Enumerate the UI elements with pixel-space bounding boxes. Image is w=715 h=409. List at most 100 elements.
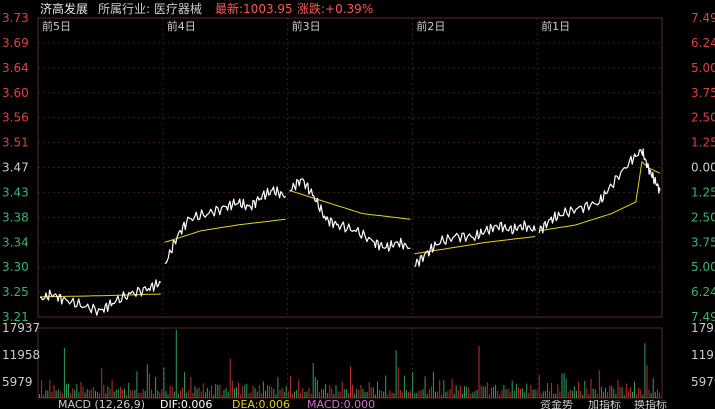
volume-bar xyxy=(186,392,188,398)
volume-bar xyxy=(551,383,553,398)
volume-bar xyxy=(229,358,231,398)
volume-bar xyxy=(285,385,287,398)
volume-bar xyxy=(279,389,281,398)
volume-bar xyxy=(617,379,619,398)
volume-bar xyxy=(182,387,184,398)
volume-bar xyxy=(74,390,76,398)
volume-bar xyxy=(194,386,196,398)
volume-bar xyxy=(180,391,181,398)
volume-bar xyxy=(132,390,134,398)
volume-bar xyxy=(184,372,186,398)
volume-bar xyxy=(613,388,615,398)
volume-bar xyxy=(634,381,635,398)
volume-bar xyxy=(240,394,242,398)
volume-bar xyxy=(567,391,569,398)
volume-bar xyxy=(175,329,177,398)
volume-bar xyxy=(526,383,528,398)
price-tick-label: 3.69 xyxy=(2,36,29,50)
volume-bar xyxy=(209,390,210,398)
volume-bar xyxy=(277,377,279,398)
percent-tick-label: 5.00 xyxy=(691,260,715,274)
volume-bar xyxy=(520,388,521,398)
volume-bar xyxy=(121,389,123,398)
volume-bar xyxy=(304,391,306,398)
volume-bar xyxy=(596,393,598,398)
volume-bar xyxy=(296,389,298,398)
volume-bar xyxy=(536,390,538,398)
tab-fund-trend[interactable]: 资金势 xyxy=(540,400,573,409)
volume-bar xyxy=(223,389,225,398)
volume-bar xyxy=(155,377,157,398)
volume-bar xyxy=(119,386,121,398)
volume-bar xyxy=(244,384,246,398)
volume-bar xyxy=(151,389,152,398)
volume-bar xyxy=(594,389,596,398)
percent-tick-label: 0.00 xyxy=(691,161,715,175)
volume-bar xyxy=(416,392,418,398)
volume-bar xyxy=(188,390,190,398)
volume-bar xyxy=(629,387,631,398)
volume-bar xyxy=(242,386,244,398)
volume-bar xyxy=(115,389,117,398)
volume-bar xyxy=(227,392,229,398)
volume-bar xyxy=(449,388,451,398)
volume-tick-left: 17937 xyxy=(2,321,40,335)
volume-bar xyxy=(72,388,74,398)
percent-tick-label: 2.50 xyxy=(691,210,715,224)
volume-bar xyxy=(248,393,250,398)
volume-bar xyxy=(515,384,517,398)
volume-bar xyxy=(374,394,376,398)
volume-bar xyxy=(588,393,590,398)
day-labels: 前5日 前4日 前3日 前2日 前1日 xyxy=(42,19,570,33)
volume-bar xyxy=(51,391,53,398)
volume-bar xyxy=(360,384,362,398)
volume-bar xyxy=(632,392,633,398)
intraday-chart[interactable]: 前5日 前4日 前3日 前2日 前1日 3.73 3.69 3.64 3.60 3.56 3.51… xyxy=(0,0,715,409)
volume-bar xyxy=(316,379,318,398)
volume-bar xyxy=(343,389,345,398)
volume-bar xyxy=(600,386,602,398)
volume-bar xyxy=(206,387,208,398)
macd-label[interactable]: MACD (12,26,9) xyxy=(58,400,145,409)
volume-bar xyxy=(70,393,72,398)
volume-bar xyxy=(358,390,360,398)
volume-bar xyxy=(522,388,524,398)
volume-bar xyxy=(80,382,82,398)
volume-bar xyxy=(362,388,364,398)
volume-bar xyxy=(246,383,248,398)
price-tick-label: 3.25 xyxy=(2,285,29,299)
volume-bar xyxy=(391,392,393,398)
volume-bar xyxy=(428,389,430,398)
volume-bar xyxy=(233,388,235,398)
volume-bar xyxy=(173,391,175,398)
volume-bar xyxy=(339,391,341,398)
volume-bar xyxy=(478,346,480,398)
price-tick-label: 3.60 xyxy=(2,86,29,100)
price-tick-label: 3.43 xyxy=(2,185,29,199)
percent-tick-label: 5.00 xyxy=(691,61,715,75)
volume-bar xyxy=(312,363,314,398)
volume-bar xyxy=(101,368,103,398)
volume-bar xyxy=(470,393,472,398)
price-tick-label: 3.34 xyxy=(2,235,29,249)
volume-bar xyxy=(422,389,424,398)
volume-bar xyxy=(435,391,436,398)
volume-bar xyxy=(565,378,567,398)
volume-bar xyxy=(582,394,584,398)
volume-bar xyxy=(377,381,378,398)
volume-bar xyxy=(238,382,239,398)
volume-bar xyxy=(111,379,113,398)
volume-bar xyxy=(354,393,356,398)
tab-switch-indicator[interactable]: 换指标 xyxy=(634,400,667,409)
volume-bar xyxy=(408,391,410,398)
volume-bar xyxy=(607,392,609,398)
day-label: 前4日 xyxy=(167,19,196,33)
volume-bar xyxy=(63,348,65,398)
tab-add-indicator[interactable]: 加指标 xyxy=(588,400,621,409)
volume-bar xyxy=(53,385,55,398)
volume-bar xyxy=(542,391,544,398)
volume-bar xyxy=(532,389,534,398)
volume-bar xyxy=(426,394,428,398)
volume-bar xyxy=(636,394,638,398)
volume-bar xyxy=(480,385,482,398)
